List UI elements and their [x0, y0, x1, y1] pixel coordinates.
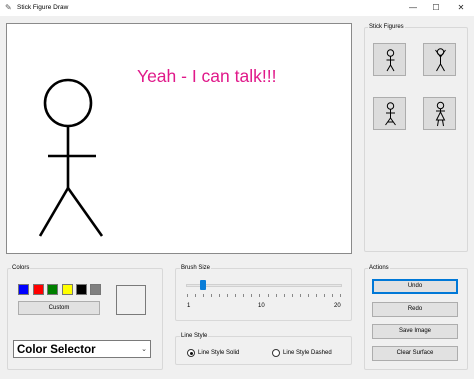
stick-figure-standing-icon [386, 49, 395, 72]
brush-size-tick-mark [259, 294, 261, 297]
stick-figure-arms-raised-icon [435, 48, 446, 72]
save-image-button[interactable]: Save Image [372, 324, 458, 339]
undo-button[interactable]: Undo [372, 279, 458, 294]
redo-button[interactable]: Redo [372, 302, 458, 317]
pencil-icon: ✎ [5, 3, 12, 12]
brush-size-tick-mark [219, 294, 221, 297]
brush-size-tick-mark [235, 294, 237, 297]
brush-size-tick-mid: 10 [258, 303, 265, 309]
brush-size-tick-mark [211, 294, 213, 297]
actions-label: Actions [368, 264, 390, 272]
swatch-yellow[interactable] [62, 284, 73, 295]
stick-figure-skirt-icon [435, 101, 446, 127]
swatch-green[interactable] [47, 284, 58, 295]
window-title: Stick Figure Draw [17, 4, 69, 11]
speech-text: Yeah - I can talk!!! [137, 66, 277, 86]
custom-color-button[interactable]: Custom [18, 301, 100, 315]
brush-size-tick-mark [340, 294, 341, 297]
stick-figure-drawing [38, 78, 104, 237]
brush-size-label: Brush Size [180, 264, 212, 272]
chevron-down-icon: ⌄ [141, 346, 147, 353]
brush-size-tick-mark [291, 294, 293, 297]
swatch-gray[interactable] [90, 284, 101, 295]
brush-size-track[interactable] [186, 284, 342, 287]
swatch-blue[interactable] [18, 284, 29, 295]
maximize-button[interactable]: ☐ [424, 0, 448, 16]
close-button[interactable]: ✕ [449, 0, 473, 16]
color-preview [116, 285, 146, 315]
brush-size-tick-mark [203, 294, 205, 297]
minimize-button[interactable]: — [401, 0, 425, 16]
brush-size-tick-mark [251, 294, 253, 297]
line-style-solid-label[interactable]: Line Style Solid [198, 349, 239, 357]
swatch-black[interactable] [76, 284, 87, 295]
brush-size-tick-mark [331, 294, 333, 297]
stick-figure-skirt-button[interactable] [423, 97, 456, 130]
color-selector-value: Color Selector [17, 344, 96, 356]
brush-size-tick-mark [195, 294, 197, 297]
color-selector-dropdown[interactable]: Color Selector ⌄ [13, 340, 151, 358]
brush-size-tick-mark [307, 294, 309, 297]
brush-size-tick-mark [243, 294, 245, 297]
brush-size-tick-max: 20 [334, 303, 341, 309]
line-style-dashed-label[interactable]: Line Style Dashed [283, 349, 332, 357]
stick-figures-label: Stick Figures [368, 23, 405, 31]
brush-size-tick-mark [299, 294, 301, 297]
brush-size-tick-mark [187, 294, 188, 297]
stick-figure-arms-raised-button[interactable] [423, 43, 456, 76]
swatch-red[interactable] [33, 284, 44, 295]
stick-figure-walking-icon [385, 102, 396, 126]
brush-size-tick-mark [275, 294, 277, 297]
line-style-dashed-radio[interactable] [272, 349, 280, 357]
brush-size-tick-mark [283, 294, 285, 297]
brush-size-tick-mark [323, 294, 325, 297]
clear-surface-button[interactable]: Clear Surface [372, 346, 458, 361]
stick-figure-walking-button[interactable] [373, 97, 406, 130]
brush-size-group [175, 268, 352, 321]
stick-figure-standing-button[interactable] [373, 43, 406, 76]
brush-size-slider-thumb[interactable] [200, 280, 207, 290]
brush-size-tick-min: 1 [187, 303, 191, 309]
drawing-canvas[interactable]: Yeah - I can talk!!! [6, 23, 352, 254]
colors-label: Colors [11, 264, 31, 272]
brush-size-tick-mark [227, 294, 229, 297]
brush-size-tick-mark [315, 294, 317, 297]
brush-size-tick-mark [267, 294, 269, 297]
line-style-label: Line Style [180, 332, 209, 340]
title-bar: ✎ Stick Figure Draw — ☐ ✕ [0, 0, 474, 16]
line-style-solid-radio[interactable] [187, 349, 195, 357]
